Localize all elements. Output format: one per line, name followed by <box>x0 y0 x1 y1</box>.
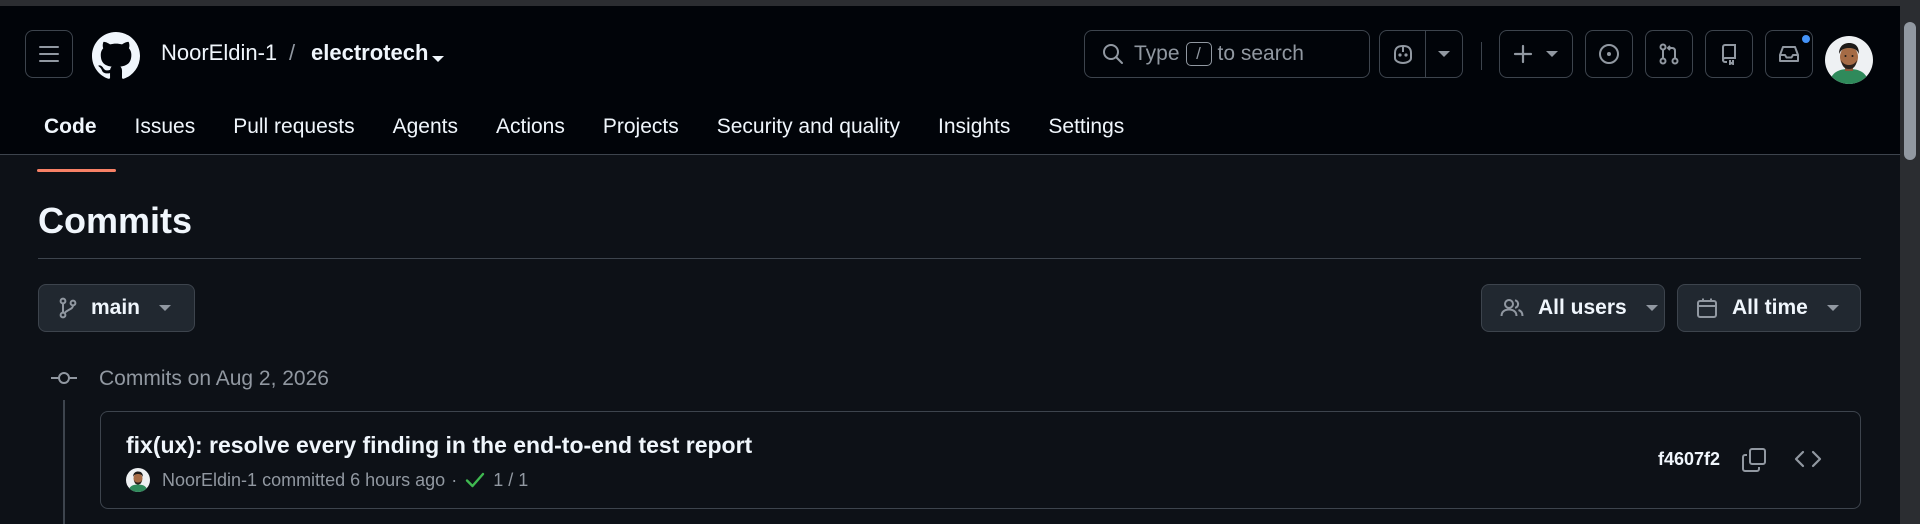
search-placeholder-prefix: Type <box>1134 42 1180 65</box>
plus-icon <box>1513 44 1533 64</box>
global-header: NoorEldin-1 / electrotech Type / to sear… <box>0 6 1900 172</box>
git-commit-icon <box>51 372 77 384</box>
notification-indicator <box>1800 33 1812 45</box>
timeline-line <box>63 400 65 524</box>
branch-selector-label: main <box>91 296 141 319</box>
user-avatar[interactable] <box>1825 36 1873 84</box>
avatar-image <box>1825 36 1873 84</box>
commit-author-link[interactable]: NoorEldin-1 <box>162 470 257 491</box>
github-logo[interactable] <box>92 32 140 80</box>
breadcrumb-owner[interactable]: NoorEldin-1 <box>161 38 277 68</box>
header-divider <box>1481 42 1482 70</box>
copilot-icon <box>1393 44 1412 65</box>
tab-pull-requests[interactable]: Pull requests <box>214 109 373 161</box>
tab-security-and-quality[interactable]: Security and quality <box>698 109 919 161</box>
branch-selector-button[interactable]: main <box>38 284 195 332</box>
commit-sha-link[interactable]: f4607f2 <box>1658 449 1720 470</box>
tab-agents[interactable]: Agents <box>374 109 477 161</box>
commit-verb: committed <box>262 469 346 490</box>
open-menu-button[interactable] <box>25 30 73 78</box>
triangle-down-icon <box>1826 305 1839 311</box>
your-repositories-button[interactable] <box>1705 30 1753 78</box>
triangle-down-icon <box>159 305 172 311</box>
user-filter-button[interactable]: All users <box>1481 284 1665 332</box>
time-filter-label: All time <box>1732 296 1808 319</box>
commit-message-link[interactable]: fix(ux): resolve every finding in the en… <box>126 430 752 460</box>
code-icon[interactable] <box>1794 449 1822 469</box>
meta-separator: · <box>451 469 458 490</box>
chevron-down-icon[interactable] <box>430 54 446 64</box>
search-shortcut-key: / <box>1185 42 1212 66</box>
user-filter-label: All users <box>1538 296 1627 319</box>
calendar-icon <box>1697 298 1717 318</box>
copilot-dropdown-button[interactable] <box>1426 31 1462 77</box>
hamburger-icon <box>39 46 59 62</box>
tab-projects[interactable]: Projects <box>584 109 698 161</box>
tab-code[interactable]: Code <box>25 109 116 172</box>
copy-icon[interactable] <box>1741 447 1767 473</box>
issue-icon <box>1599 44 1619 64</box>
tab-issues[interactable]: Issues <box>116 109 215 161</box>
pull-request-icon <box>1659 43 1679 65</box>
avatar-image <box>126 468 150 492</box>
breadcrumb-separator: / <box>289 40 296 65</box>
repository-tabs: Code Issues Pull requests Agents Actions… <box>25 109 1143 172</box>
your-pull-requests-button[interactable] <box>1645 30 1693 78</box>
tab-settings[interactable]: Settings <box>1029 109 1143 161</box>
tab-insights[interactable]: Insights <box>919 109 1029 161</box>
commit-group-heading: Commits on Aug 2, 2026 <box>99 367 329 390</box>
search-input[interactable]: Type / to search <box>1084 30 1370 78</box>
triangle-down-icon <box>1546 51 1558 57</box>
search-placeholder-suffix: to search <box>1217 42 1304 65</box>
time-filter-button[interactable]: All time <box>1677 284 1861 332</box>
your-issues-button[interactable] <box>1585 30 1633 78</box>
breadcrumb-repo[interactable]: electrotech <box>311 38 428 68</box>
inbox-icon <box>1779 46 1799 62</box>
repo-icon <box>1721 44 1736 65</box>
copilot-button[interactable] <box>1380 31 1426 77</box>
people-icon <box>1500 299 1524 317</box>
triangle-down-icon <box>1438 51 1450 57</box>
title-divider <box>38 258 1861 259</box>
search-icon <box>1103 44 1123 64</box>
commit-time: 6 hours ago <box>350 469 446 490</box>
scrollbar-thumb[interactable] <box>1904 22 1916 160</box>
commit-metadata: NoorEldin-1 committed 6 hours ago · 1 / … <box>126 468 528 492</box>
create-new-button[interactable] <box>1499 30 1573 78</box>
author-avatar[interactable] <box>126 468 150 492</box>
copilot-button-group <box>1379 30 1463 78</box>
git-branch-icon <box>59 297 77 319</box>
triangle-down-icon <box>1645 305 1658 311</box>
vertical-scrollbar[interactable] <box>1900 6 1920 524</box>
commit-list-item: fix(ux): resolve every finding in the en… <box>100 411 1861 509</box>
tab-actions[interactable]: Actions <box>477 109 584 161</box>
checks-status[interactable]: 1 / 1 <box>493 470 528 491</box>
check-icon[interactable] <box>465 472 485 488</box>
page-title: Commits <box>38 200 193 241</box>
